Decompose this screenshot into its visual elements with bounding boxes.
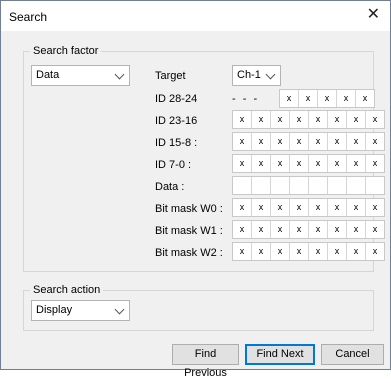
bit-cell[interactable]: x bbox=[347, 243, 366, 260]
id-7-0-field[interactable]: xxxxxxxx bbox=[232, 154, 385, 173]
bit-cell[interactable]: x bbox=[366, 111, 384, 128]
bit-cell[interactable]: x bbox=[347, 199, 366, 216]
bit-cell[interactable]: x bbox=[328, 155, 347, 172]
bitmask-w0-label: Bit mask W0 : bbox=[155, 203, 223, 215]
bit-cell[interactable]: x bbox=[299, 90, 318, 107]
title-bar: Search ✕ bbox=[1, 1, 390, 31]
bit-cell[interactable] bbox=[290, 177, 309, 194]
bit-cell[interactable]: x bbox=[328, 221, 347, 238]
bit-cell[interactable]: x bbox=[290, 243, 309, 260]
bit-cell[interactable]: x bbox=[280, 90, 299, 107]
bit-cell[interactable]: x bbox=[252, 155, 271, 172]
bit-cell[interactable]: x bbox=[233, 111, 252, 128]
bit-cell[interactable]: x bbox=[271, 199, 290, 216]
bit-cell[interactable]: x bbox=[318, 90, 337, 107]
bitmask-w0-field[interactable]: xxxxxxxx bbox=[232, 198, 385, 217]
search-action-value: Display bbox=[36, 304, 73, 316]
chevron-down-icon bbox=[114, 304, 125, 315]
bit-cell[interactable]: x bbox=[347, 155, 366, 172]
bitmask-w2-field[interactable]: xxxxxxxx bbox=[232, 242, 385, 261]
close-icon[interactable]: ✕ bbox=[367, 7, 380, 23]
search-factor-legend: Search factor bbox=[30, 45, 102, 57]
bitmask-w1-field[interactable]: xxxxxxxx bbox=[232, 220, 385, 239]
bit-cell[interactable]: x bbox=[309, 243, 328, 260]
bit-cell[interactable]: x bbox=[328, 111, 347, 128]
bit-cell[interactable]: x bbox=[347, 133, 366, 150]
bit-cell[interactable]: x bbox=[366, 243, 384, 260]
bit-cell[interactable]: x bbox=[366, 221, 384, 238]
data-field[interactable] bbox=[232, 176, 385, 195]
bitmask-w2-label: Bit mask W2 : bbox=[155, 247, 223, 259]
bit-cell[interactable]: x bbox=[328, 133, 347, 150]
find-previous-button[interactable]: Find Previous bbox=[172, 344, 239, 379]
bit-cell[interactable]: x bbox=[271, 133, 290, 150]
bit-cell[interactable]: x bbox=[271, 155, 290, 172]
target-label: Target bbox=[155, 70, 186, 82]
bit-cell[interactable]: x bbox=[328, 199, 347, 216]
bit-cell[interactable]: x bbox=[347, 221, 366, 238]
bit-cell[interactable]: x bbox=[252, 111, 271, 128]
bit-cell[interactable]: x bbox=[366, 133, 384, 150]
id-23-16-label: ID 23-16 bbox=[155, 115, 198, 127]
bit-cell[interactable] bbox=[328, 177, 347, 194]
bitmask-w1-label: Bit mask W1 : bbox=[155, 225, 223, 237]
bit-cell[interactable]: x bbox=[252, 221, 271, 238]
bit-cell[interactable]: x bbox=[356, 90, 374, 107]
bit-cell[interactable] bbox=[309, 177, 328, 194]
bit-cell[interactable]: x bbox=[290, 155, 309, 172]
bit-cell[interactable]: x bbox=[290, 221, 309, 238]
bit-cell[interactable]: x bbox=[233, 155, 252, 172]
cancel-button[interactable]: Cancel bbox=[321, 344, 384, 365]
chevron-down-icon bbox=[114, 69, 125, 80]
bit-cell[interactable]: x bbox=[290, 133, 309, 150]
bit-cell[interactable]: x bbox=[271, 243, 290, 260]
bit-cell[interactable]: x bbox=[290, 199, 309, 216]
id-28-24-field[interactable]: xxxxx bbox=[279, 89, 375, 108]
bit-cell[interactable]: x bbox=[233, 221, 252, 238]
bit-cell[interactable]: x bbox=[347, 111, 366, 128]
bit-cell[interactable] bbox=[271, 177, 290, 194]
window-title: Search bbox=[9, 10, 48, 24]
bit-cell[interactable]: x bbox=[252, 199, 271, 216]
id-7-0-label: ID 7-0 : bbox=[155, 159, 192, 171]
target-value: Ch-1 bbox=[237, 69, 261, 81]
bit-cell[interactable]: x bbox=[252, 243, 271, 260]
bit-cell[interactable]: x bbox=[271, 221, 290, 238]
bit-cell[interactable] bbox=[366, 177, 384, 194]
bit-cell[interactable] bbox=[252, 177, 271, 194]
search-dialog: Search ✕ Search factor Data Target Ch-1 … bbox=[0, 0, 391, 379]
bit-cell[interactable]: x bbox=[233, 243, 252, 260]
search-factor-type-value: Data bbox=[36, 69, 60, 81]
id-15-8-label: ID 15-8 : bbox=[155, 137, 198, 149]
bit-cell[interactable]: x bbox=[309, 133, 328, 150]
search-action-select[interactable]: Display bbox=[31, 300, 130, 321]
bit-cell[interactable]: x bbox=[233, 133, 252, 150]
id-23-16-field[interactable]: xxxxxxxx bbox=[232, 110, 385, 129]
id-15-8-field[interactable]: xxxxxxxx bbox=[232, 132, 385, 151]
id-28-24-dots: - - - bbox=[232, 93, 260, 105]
find-next-button[interactable]: Find Next bbox=[245, 344, 315, 365]
chevron-down-icon bbox=[265, 69, 276, 80]
bit-cell[interactable]: x bbox=[328, 243, 347, 260]
bit-cell[interactable]: x bbox=[309, 221, 328, 238]
target-select[interactable]: Ch-1 bbox=[232, 65, 281, 86]
bit-cell[interactable]: x bbox=[233, 199, 252, 216]
bit-cell[interactable] bbox=[347, 177, 366, 194]
search-action-legend: Search action bbox=[30, 284, 104, 296]
bit-cell[interactable]: x bbox=[366, 199, 384, 216]
id-28-24-label: ID 28-24 bbox=[155, 93, 198, 105]
bit-cell[interactable]: x bbox=[290, 111, 309, 128]
bit-cell[interactable]: x bbox=[366, 155, 384, 172]
bit-cell[interactable]: x bbox=[252, 133, 271, 150]
bit-cell[interactable]: x bbox=[271, 111, 290, 128]
search-factor-type-select[interactable]: Data bbox=[31, 65, 130, 86]
bit-cell[interactable]: x bbox=[309, 155, 328, 172]
bit-cell[interactable] bbox=[233, 177, 252, 194]
bit-cell[interactable]: x bbox=[337, 90, 356, 107]
bit-cell[interactable]: x bbox=[309, 199, 328, 216]
bit-cell[interactable]: x bbox=[309, 111, 328, 128]
data-label: Data : bbox=[155, 181, 185, 193]
